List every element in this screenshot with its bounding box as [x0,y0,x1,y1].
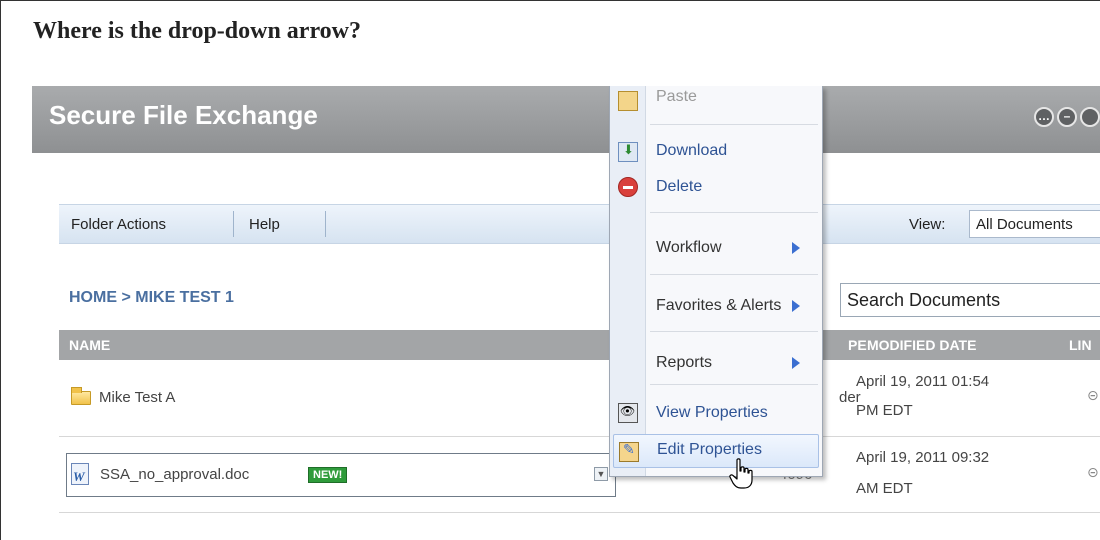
minimize-icon[interactable]: – [1057,107,1077,127]
menu-item-label: Reports [656,354,713,371]
column-type[interactable]: PE [848,337,867,353]
menu-item-download[interactable]: Download [610,134,822,168]
row-modified-time: AM EDT [856,480,913,497]
word-document-icon: W [71,463,89,485]
menu-item-label: Favorites & Alerts [656,297,782,314]
menu-separator [650,331,818,332]
folder-icon [71,387,91,405]
context-menu: Paste Download Delete Workflow Favorites… [609,86,823,477]
close-icon[interactable] [1080,107,1100,127]
menu-item-label: Workflow [656,239,722,256]
table-row[interactable]: Mike Test A der April 19, 2011 01:54 PM … [59,360,1100,437]
menu-item-favorites-alerts[interactable]: Favorites & Alerts [610,289,822,323]
menu-separator [650,384,818,385]
search-input[interactable]: Search Documents [840,283,1100,317]
app-title: Secure File Exchange [49,100,318,130]
column-link[interactable]: LIN [1069,337,1092,353]
link-icon[interactable]: ⊝ [1087,465,1099,481]
help-menu[interactable]: Help [249,216,280,233]
delete-icon [618,177,638,197]
menu-separator [650,124,818,125]
row-name[interactable]: SSA_no_approval.doc [100,466,249,483]
toolbar-divider [233,211,234,237]
edit-properties-icon [619,442,639,462]
question-text: Where is the drop-down arrow? [33,18,362,44]
column-modified[interactable]: MODIFIED DATE [867,337,976,353]
view-properties-icon [618,403,638,423]
breadcrumb[interactable]: HOME > MIKE TEST 1 [69,289,234,307]
menu-item-label: View Properties [656,404,768,421]
selected-row-outline: W SSA_no_approval.doc NEW! ▼ [66,453,616,497]
menu-item-delete[interactable]: Delete [610,170,822,204]
app-window: Secure File Exchange … – Folder Actions … [32,86,1100,540]
menu-item-edit-properties[interactable]: Edit Properties [613,434,819,468]
link-icon[interactable]: ⊝ [1087,388,1099,404]
dropdown-arrow-icon[interactable]: ▼ [594,467,608,481]
table-header: NAME PE MODIFIED DATE LIN [59,330,1100,360]
download-icon [618,142,638,162]
folder-toolbar: Folder Actions Help View: All Documents [59,204,1100,244]
menu-separator [650,274,818,275]
more-icon[interactable]: … [1034,107,1054,127]
menu-item-label: Paste [656,88,697,105]
row-modified-time: PM EDT [856,402,913,419]
column-name[interactable]: NAME [69,337,110,353]
row-modified: April 19, 2011 09:32 [856,449,990,466]
menu-item-workflow[interactable]: Workflow [610,231,822,265]
menu-item-label: Delete [656,178,703,195]
row-modified: April 19, 2011 01:54 [856,373,990,390]
window-controls: … – [1034,107,1100,127]
menu-item-reports[interactable]: Reports [610,346,822,380]
menu-item-label: Download [656,142,728,159]
row-name[interactable]: Mike Test A [99,389,175,406]
hand-cursor-icon [729,458,753,489]
paste-icon [618,91,638,111]
menu-separator [650,212,818,213]
toolbar-divider [325,211,326,237]
view-label: View: [909,216,946,233]
new-badge: NEW! [308,467,348,483]
submenu-arrow-icon [792,242,800,254]
table-row[interactable]: W SSA_no_approval.doc NEW! ▼ 4096 April … [59,437,1100,513]
menu-item-paste[interactable]: Paste [610,86,822,120]
menu-item-view-properties[interactable]: View Properties [610,396,822,430]
folder-actions-menu[interactable]: Folder Actions [71,216,166,233]
submenu-arrow-icon [792,300,800,312]
view-select[interactable]: All Documents [969,210,1100,238]
menu-item-label: Edit Properties [657,441,762,458]
app-header: Secure File Exchange … – [32,86,1100,153]
submenu-arrow-icon [792,357,800,369]
